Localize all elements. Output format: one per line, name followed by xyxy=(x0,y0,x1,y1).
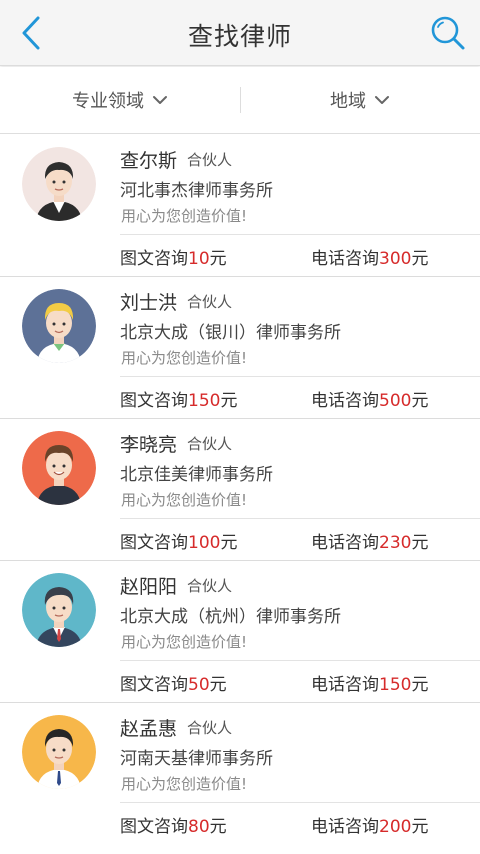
price-amount: 230 xyxy=(379,533,412,553)
price-unit: 元 xyxy=(411,391,429,411)
divider xyxy=(120,660,480,661)
price-label: 图文咨询 xyxy=(120,249,188,269)
lawyer-role: 合伙人 xyxy=(187,293,233,311)
text-consult-price[interactable]: 图文咨询100元 xyxy=(120,528,237,553)
lawyer-name: 赵孟惠 xyxy=(120,718,178,740)
price-amount: 10 xyxy=(188,249,210,269)
lawyer-card[interactable]: 查尔斯 合伙人 河北事杰律师事务所 用心为您创造价值! 图文咨询10元 电话咨询… xyxy=(0,135,480,277)
lawyer-role: 合伙人 xyxy=(187,435,233,453)
avatar xyxy=(22,431,96,505)
lawyer-role: 合伙人 xyxy=(187,577,233,595)
divider xyxy=(120,518,480,519)
price-unit: 元 xyxy=(411,675,429,695)
lawyer-list: 查尔斯 合伙人 河北事杰律师事务所 用心为您创造价值! 图文咨询10元 电话咨询… xyxy=(0,135,480,845)
price-amount: 200 xyxy=(379,817,412,837)
price-amount: 150 xyxy=(188,391,221,411)
price-unit: 元 xyxy=(220,391,238,411)
text-consult-price[interactable]: 图文咨询10元 xyxy=(120,244,227,269)
phone-consult-price[interactable]: 电话咨询150元 xyxy=(311,670,428,695)
divider xyxy=(120,376,480,377)
divider xyxy=(120,802,480,803)
slogan: 用心为您创造价值! xyxy=(121,207,248,225)
price-amount: 100 xyxy=(188,533,221,553)
search-button[interactable] xyxy=(428,13,468,53)
filter-bar: 专业领域 地域 xyxy=(0,67,480,134)
phone-consult-price[interactable]: 电话咨询200元 xyxy=(311,812,428,837)
avatar xyxy=(22,289,96,363)
price-amount: 300 xyxy=(379,249,412,269)
lawyer-avatar-image xyxy=(22,573,96,647)
lawyer-card[interactable]: 赵孟惠 合伙人 河南天基律师事务所 用心为您创造价值! 图文咨询80元 电话咨询… xyxy=(0,703,480,845)
price-unit: 元 xyxy=(209,249,227,269)
price-amount: 150 xyxy=(379,675,412,695)
search-icon xyxy=(431,16,465,50)
price-label: 图文咨询 xyxy=(120,391,188,411)
lawyer-name: 赵阳阳 xyxy=(120,576,178,598)
phone-consult-price[interactable]: 电话咨询500元 xyxy=(311,386,428,411)
law-firm: 北京大成（银川）律师事务所 xyxy=(120,323,341,343)
slogan: 用心为您创造价值! xyxy=(121,633,248,651)
lawyer-card[interactable]: 刘士洪 合伙人 北京大成（银川）律师事务所 用心为您创造价值! 图文咨询150元… xyxy=(0,277,480,419)
lawyer-avatar-image xyxy=(22,431,96,505)
slogan: 用心为您创造价值! xyxy=(121,491,248,509)
price-unit: 元 xyxy=(209,817,227,837)
lawyer-name: 李晓亮 xyxy=(120,434,178,456)
phone-consult-price[interactable]: 电话咨询300元 xyxy=(311,244,428,269)
lawyer-role: 合伙人 xyxy=(187,151,233,169)
price-unit: 元 xyxy=(220,533,238,553)
law-firm: 北京大成（杭州）律师事务所 xyxy=(120,607,341,627)
avatar xyxy=(22,147,96,221)
avatar xyxy=(22,573,96,647)
slogan: 用心为您创造价值! xyxy=(121,349,248,367)
lawyer-card[interactable]: 李晓亮 合伙人 北京佳美律师事务所 用心为您创造价值! 图文咨询100元 电话咨… xyxy=(0,419,480,561)
price-label: 电话咨询 xyxy=(311,391,379,411)
filter-label: 专业领域 xyxy=(72,91,144,112)
text-consult-price[interactable]: 图文咨询80元 xyxy=(120,812,227,837)
text-consult-price[interactable]: 图文咨询50元 xyxy=(120,670,227,695)
lawyer-avatar-image xyxy=(22,715,96,789)
avatar xyxy=(22,715,96,789)
text-consult-price[interactable]: 图文咨询150元 xyxy=(120,386,237,411)
law-firm: 河北事杰律师事务所 xyxy=(120,181,273,201)
lawyer-name: 刘士洪 xyxy=(120,292,178,314)
top-bar: 查找律师 xyxy=(0,0,480,66)
lawyer-card[interactable]: 赵阳阳 合伙人 北京大成（杭州）律师事务所 用心为您创造价值! 图文咨询50元 … xyxy=(0,561,480,703)
price-label: 电话咨询 xyxy=(311,533,379,553)
lawyer-avatar-image xyxy=(22,289,96,363)
price-amount: 80 xyxy=(188,817,210,837)
price-unit: 元 xyxy=(411,817,429,837)
filter-label: 地域 xyxy=(330,91,366,112)
lawyer-role: 合伙人 xyxy=(187,719,233,737)
price-unit: 元 xyxy=(209,675,227,695)
chevron-down-icon xyxy=(375,96,389,104)
price-label: 图文咨询 xyxy=(120,533,188,553)
filter-practice-area[interactable]: 专业领域 xyxy=(0,67,240,133)
price-label: 图文咨询 xyxy=(120,675,188,695)
divider xyxy=(120,234,480,235)
price-amount: 500 xyxy=(379,391,412,411)
price-label: 图文咨询 xyxy=(120,817,188,837)
slogan: 用心为您创造价值! xyxy=(121,775,248,793)
price-amount: 50 xyxy=(188,675,210,695)
price-unit: 元 xyxy=(411,249,429,269)
price-label: 电话咨询 xyxy=(311,249,379,269)
page-title: 查找律师 xyxy=(187,22,292,51)
law-firm: 北京佳美律师事务所 xyxy=(120,465,273,485)
price-label: 电话咨询 xyxy=(311,675,379,695)
lawyer-name: 查尔斯 xyxy=(120,150,178,172)
price-unit: 元 xyxy=(411,533,429,553)
price-label: 电话咨询 xyxy=(311,817,379,837)
law-firm: 河南天基律师事务所 xyxy=(120,749,273,769)
lawyer-avatar-image xyxy=(22,147,96,221)
filter-region[interactable]: 地域 xyxy=(240,67,480,133)
chevron-down-icon xyxy=(153,96,167,104)
phone-consult-price[interactable]: 电话咨询230元 xyxy=(311,528,428,553)
